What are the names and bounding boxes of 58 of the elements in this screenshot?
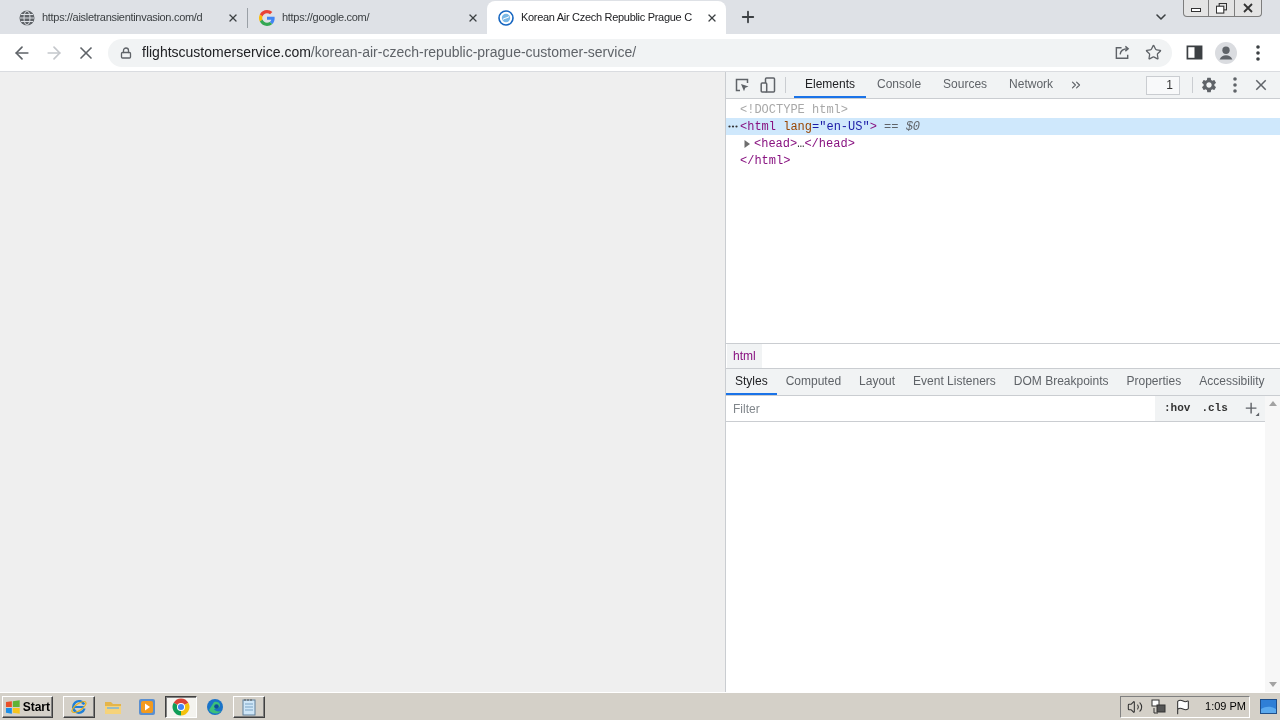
devtools-tab[interactable]: Console	[866, 72, 933, 98]
restore-button[interactable]	[1209, 0, 1235, 17]
style-toggle-button[interactable]: .cls	[1198, 398, 1231, 419]
style-toggle-button[interactable]: :hov	[1161, 398, 1194, 419]
settings-icon	[1200, 76, 1218, 94]
address-bar[interactable]: flightscustomerservice.com/korean-air-czech-republic-prague-customer-service/	[108, 38, 1172, 67]
globe-icon	[19, 9, 35, 26]
close-icon	[1243, 3, 1253, 13]
share-icon	[1113, 44, 1131, 61]
styles-pane-tab[interactable]: Layout	[850, 369, 905, 395]
styles-pane-tab[interactable]: DOM Breakpoints	[1004, 369, 1118, 395]
window-close-button[interactable]	[1235, 0, 1262, 17]
clock-text[interactable]: 1:09 PM	[1205, 698, 1246, 715]
circle-logo-icon	[498, 9, 514, 26]
g-logo-icon	[259, 9, 275, 26]
flag-icon[interactable]	[1175, 698, 1192, 715]
browser-tab[interactable]: https://google.com/	[248, 1, 487, 34]
orbit-logo-icon	[70, 697, 88, 716]
counter-field[interactable]: 1	[1146, 75, 1180, 95]
device-icon	[760, 77, 776, 93]
start-flag-icon	[5, 698, 21, 715]
dom-closing-tag: </html>	[740, 152, 791, 169]
inspect-icon	[734, 77, 750, 93]
browser-tab[interactable]: Korean Air Czech Republic Prague C	[487, 1, 726, 34]
notepad-icon	[240, 697, 258, 716]
side-panel-icon	[1185, 44, 1203, 61]
menu-icon	[1233, 77, 1237, 93]
dom-node[interactable]: <html lang="en-US"> == $0	[726, 118, 1280, 135]
more-dots-icon[interactable]	[728, 125, 738, 128]
speaker-icon[interactable]	[1127, 698, 1144, 715]
devtools-tab[interactable]: Sources	[932, 72, 999, 98]
lock-icon	[120, 46, 132, 59]
styles-pane-tab[interactable]: Event Listeners	[904, 369, 1005, 395]
collapsed-triangle-icon[interactable]	[743, 139, 751, 148]
taskbar-app-button[interactable]	[165, 695, 197, 718]
minimize-icon	[1191, 8, 1201, 12]
star-icon	[1144, 44, 1162, 61]
styles-pane-tab[interactable]: Properties	[1117, 369, 1191, 395]
styles-pane-tab[interactable]: Accessibility	[1190, 369, 1274, 395]
network-icon[interactable]	[1151, 698, 1168, 715]
start-button[interactable]: Start	[2, 695, 53, 718]
swirl-logo-icon	[206, 697, 224, 716]
devtools-tab[interactable]: Network	[998, 72, 1065, 98]
play-icon	[138, 697, 156, 716]
avatar-icon	[1215, 41, 1237, 64]
minimize-button[interactable]	[1183, 0, 1209, 17]
tricolor-circle-icon	[172, 697, 190, 716]
breadcrumb-item[interactable]: html	[727, 344, 762, 368]
plus-icon	[1244, 400, 1260, 417]
restore-icon	[1216, 2, 1227, 14]
styles-pane-tab[interactable]: Computed	[776, 369, 851, 395]
plus-icon	[739, 8, 757, 26]
show-desktop-icon[interactable]	[1260, 699, 1277, 714]
devtools-tab[interactable]: Elements	[794, 72, 867, 98]
menu-icon	[1256, 44, 1260, 61]
dom-node[interactable]: <head>…</head>	[740, 135, 855, 152]
browser-tab[interactable]: https://aisletransientinvasion.com/d	[8, 1, 247, 34]
url-text: flightscustomerservice.com/korean-air-czech-republic-prague-customer-service/	[142, 43, 637, 62]
